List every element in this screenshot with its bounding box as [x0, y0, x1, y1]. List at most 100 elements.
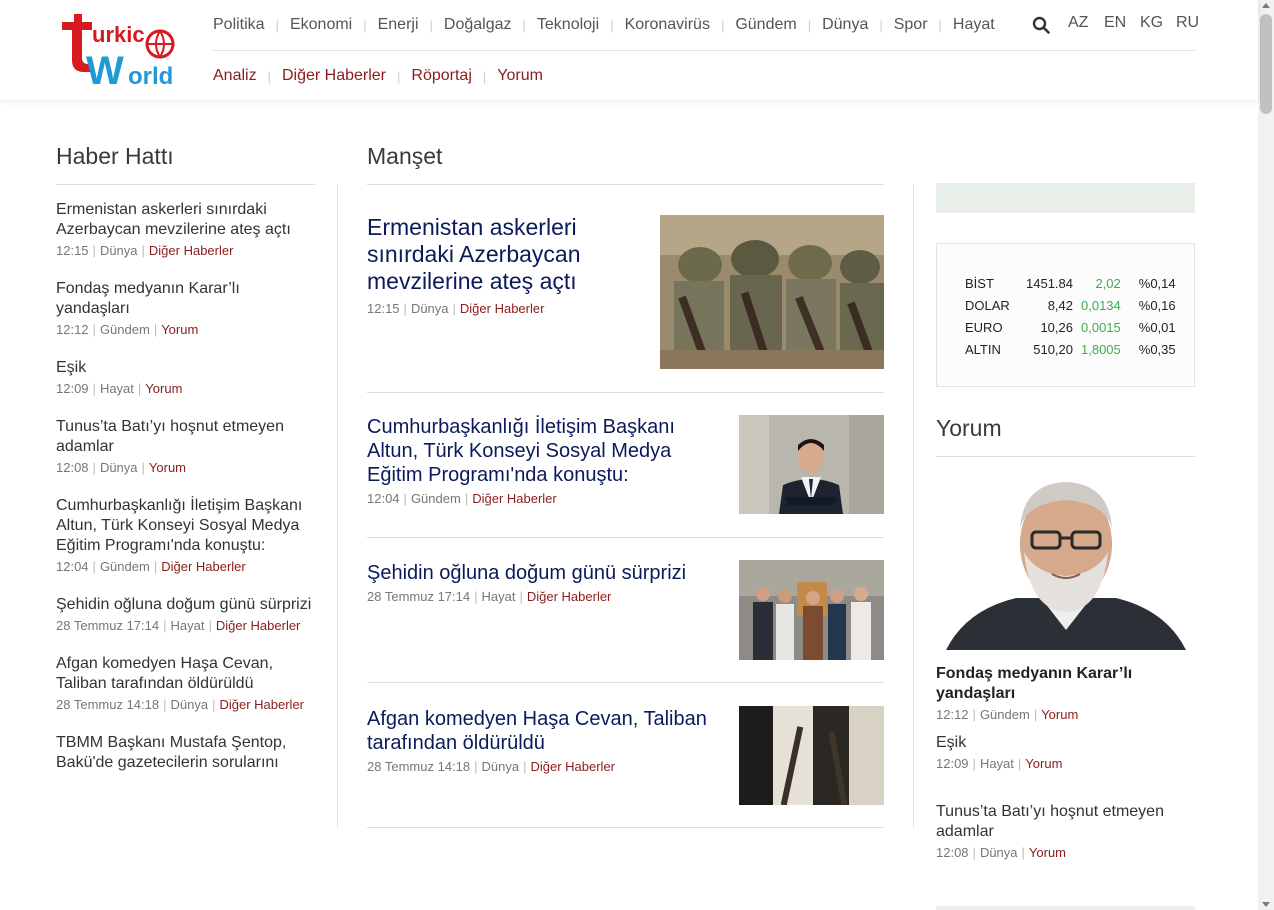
header-divider	[213, 50, 1196, 51]
news-line-item[interactable]: Tunus’ta Batı’yı hoşnut etmeyen adamlar 1…	[56, 417, 314, 476]
news-line-meta: 12:04 | Gündem | Diğer Haberler	[56, 559, 246, 574]
news-line-item[interactable]: Afgan komedyen Haşa Cevan, Taliban taraf…	[56, 654, 314, 713]
nav-item-yorum[interactable]: Yorum	[497, 67, 543, 85]
headline-item[interactable]: Ermenistan askerleri sınırdaki Azerbayca…	[367, 214, 637, 317]
headline-title[interactable]: Afgan komedyen Haşa Cevan, Taliban taraf…	[367, 707, 717, 755]
ad-banner[interactable]	[936, 183, 1195, 213]
headline-time: 12:04	[367, 491, 400, 506]
news-line-region[interactable]: Gündem	[100, 322, 150, 337]
news-line-title: Haber Hattı	[56, 143, 174, 169]
news-line-item[interactable]: Eşik 12:09 | Hayat | Yorum	[56, 358, 314, 397]
nav-item-röportaj[interactable]: Röportaj	[411, 67, 471, 85]
headline-category[interactable]: Diğer Haberler	[472, 491, 557, 506]
headline-item[interactable]: Şehidin oğluna doğum günü sürprizi 28 Te…	[367, 561, 717, 605]
opinion-title-link[interactable]: Tunus’ta Batı’yı hoşnut etmeyen adamlar	[936, 802, 1195, 842]
headline-photo-official[interactable]	[739, 415, 884, 514]
lang-en[interactable]: EN	[1104, 14, 1140, 32]
headline-photo-group[interactable]	[739, 560, 884, 660]
opinion-region[interactable]: Dünya	[980, 845, 1018, 860]
opinion-category[interactable]: Yorum	[1041, 707, 1078, 722]
lang-az[interactable]: AZ	[1068, 14, 1104, 32]
nav-item-diğer-haberler[interactable]: Diğer Haberler	[282, 67, 386, 85]
lang-kg[interactable]: KG	[1140, 14, 1176, 32]
news-line-category[interactable]: Yorum	[161, 322, 198, 337]
news-line-title-link[interactable]: Şehidin oğluna doğum günü sürprizi	[56, 595, 314, 615]
opinion-category[interactable]: Yorum	[1025, 756, 1062, 771]
news-line-title-link[interactable]: Eşik	[56, 358, 314, 378]
columnist-photo[interactable]	[936, 470, 1195, 650]
news-line-title-link[interactable]: Afgan komedyen Haşa Cevan, Taliban taraf…	[56, 654, 314, 694]
market-percent: %0,14	[1138, 275, 1176, 291]
news-line-region[interactable]: Hayat	[100, 381, 134, 396]
headline-region[interactable]: Dünya	[482, 759, 520, 774]
news-line-item[interactable]: Fondaş medyanın Karar’lı yandaşları 12:12…	[56, 279, 314, 338]
headline-photo-taliban[interactable]	[739, 706, 884, 805]
nav-item-politika[interactable]: Politika	[213, 16, 265, 34]
news-line-category[interactable]: Diğer Haberler	[216, 618, 301, 633]
news-line-item[interactable]: Şehidin oğluna doğum günü sürprizi 28 Tem…	[56, 595, 314, 634]
nav-separator: |	[397, 68, 401, 84]
news-line-title-link[interactable]: Tunus’ta Batı’yı hoşnut etmeyen adamlar	[56, 417, 314, 457]
headline-region[interactable]: Dünya	[411, 301, 449, 316]
news-line-region[interactable]: Dünya	[171, 697, 209, 712]
nav-item-analiz[interactable]: Analiz	[213, 67, 257, 85]
headline-category[interactable]: Diğer Haberler	[460, 301, 545, 316]
headline-title[interactable]: Şehidin oğluna doğum günü sürprizi	[367, 561, 717, 585]
opinion-category[interactable]: Yorum	[1029, 845, 1066, 860]
opinion-item[interactable]: Tunus’ta Batı’yı hoşnut etmeyen adamlar …	[936, 802, 1195, 861]
news-line-item[interactable]: Cumhurbaşkanlığı İletişim Başkanı Altun,…	[56, 496, 314, 575]
news-line-category[interactable]: Diğer Haberler	[149, 243, 234, 258]
nav-item-spor[interactable]: Spor	[894, 16, 928, 34]
nav-item-enerji[interactable]: Enerji	[378, 16, 419, 34]
headline-photo-soldiers[interactable]	[660, 215, 884, 369]
headline-title[interactable]: Cumhurbaşkanlığı İletişim Başkanı Altun,…	[367, 415, 717, 487]
svg-text:orld: orld	[128, 63, 173, 86]
secondary-nav: Analiz | Diğer Haberler | Röportaj | Yorum	[213, 65, 543, 87]
headline-region[interactable]: Gündem	[411, 491, 461, 506]
nav-item-gündem[interactable]: Gündem	[735, 16, 796, 34]
nav-item-doğalgaz[interactable]: Doğalgaz	[444, 16, 512, 34]
news-line-category[interactable]: Yorum	[149, 460, 186, 475]
news-line-region[interactable]: Dünya	[100, 243, 138, 258]
nav-item-dünya[interactable]: Dünya	[822, 16, 868, 34]
news-line-title-link[interactable]: Cumhurbaşkanlığı İletişim Başkanı Altun,…	[56, 496, 314, 556]
opinion-region[interactable]: Gündem	[980, 707, 1030, 722]
site-logo[interactable]: urkic W orld	[56, 14, 188, 86]
market-change: 1,8005	[1081, 341, 1121, 357]
news-line-region[interactable]: Gündem	[100, 559, 150, 574]
scroll-up-arrow-icon[interactable]	[1262, 3, 1270, 8]
news-line-category[interactable]: Yorum	[145, 381, 182, 396]
nav-item-koronavirüs[interactable]: Koronavirüs	[625, 16, 710, 34]
news-line-title-link[interactable]: Fondaş medyanın Karar’lı yandaşları	[56, 279, 314, 319]
headline-region[interactable]: Hayat	[482, 589, 516, 604]
headline-category[interactable]: Diğer Haberler	[527, 589, 612, 604]
market-value: 510,20	[1033, 341, 1073, 357]
opinion-title-link[interactable]: Fondaş medyanın Karar’lı yandaşları	[936, 664, 1195, 704]
headline-title[interactable]: Ermenistan askerleri sınırdaki Azerbayca…	[367, 214, 637, 295]
news-line-category[interactable]: Diğer Haberler	[161, 559, 246, 574]
news-line-category[interactable]: Diğer Haberler	[219, 697, 304, 712]
opinion-title-link[interactable]: Eşik	[936, 733, 1195, 753]
opinion-region[interactable]: Hayat	[980, 756, 1014, 771]
headline-category[interactable]: Diğer Haberler	[530, 759, 615, 774]
nav-item-hayat[interactable]: Hayat	[953, 16, 995, 34]
headline-separator	[367, 537, 884, 538]
opinion-item[interactable]: Fondaş medyanın Karar’lı yandaşları 12:1…	[936, 664, 1195, 723]
opinion-title: Yorum	[936, 415, 1002, 441]
scroll-down-arrow-icon[interactable]	[1262, 902, 1270, 907]
news-line-region[interactable]: Dünya	[100, 460, 138, 475]
news-line-item[interactable]: TBMM Başkanı Mustafa Şentop, Bakü'de gaz…	[56, 733, 314, 773]
lang-ru[interactable]: RU	[1176, 14, 1212, 32]
headline-item[interactable]: Cumhurbaşkanlığı İletişim Başkanı Altun,…	[367, 415, 717, 507]
search-icon[interactable]	[1032, 16, 1050, 34]
news-line-region[interactable]: Hayat	[171, 618, 205, 633]
opinion-item[interactable]: Eşik 12:09 | Hayat | Yorum	[936, 733, 1195, 772]
news-line-title-link[interactable]: TBMM Başkanı Mustafa Şentop, Bakü'de gaz…	[56, 733, 314, 773]
scroll-thumb[interactable]	[1260, 14, 1272, 114]
page-scrollbar[interactable]	[1258, 0, 1274, 910]
headline-item[interactable]: Afgan komedyen Haşa Cevan, Taliban taraf…	[367, 707, 717, 775]
news-line-item[interactable]: Ermenistan askerleri sınırdaki Azerbayca…	[56, 200, 314, 259]
news-line-title-link[interactable]: Ermenistan askerleri sınırdaki Azerbayca…	[56, 200, 314, 240]
nav-item-teknoloji[interactable]: Teknoloji	[537, 16, 599, 34]
nav-item-ekonomi[interactable]: Ekonomi	[290, 16, 352, 34]
